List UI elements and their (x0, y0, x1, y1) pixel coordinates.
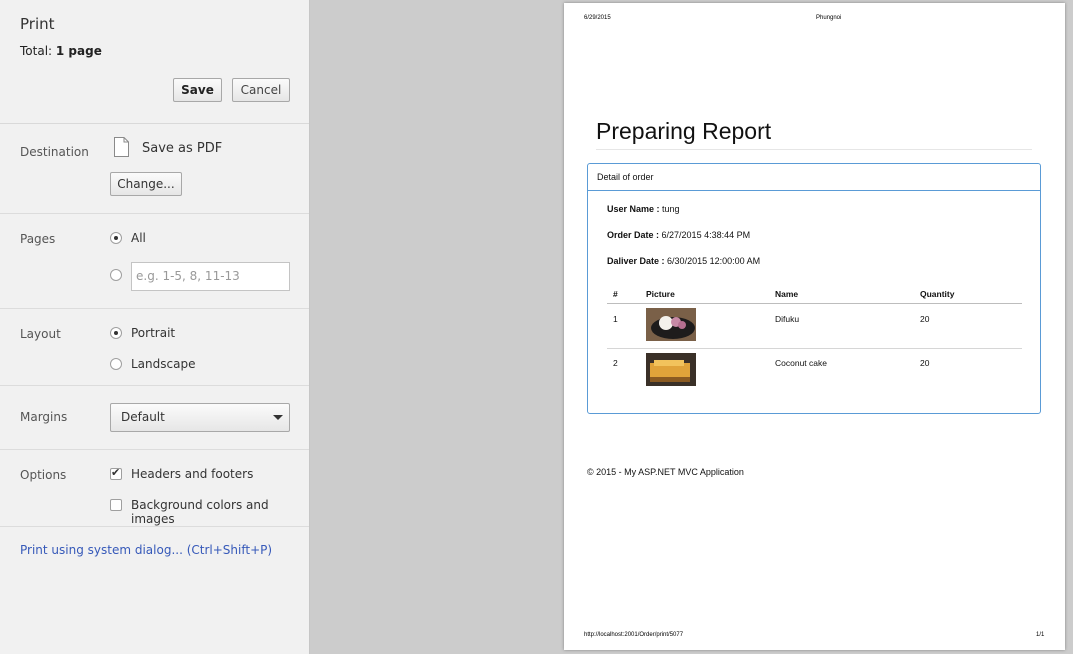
panel-heading-text: Detail of order (597, 172, 654, 182)
order-date-label: Order Date : (607, 230, 660, 240)
col-header-quantity: Quantity (920, 289, 955, 299)
order-date-value: 6/27/2015 4:38:44 PM (661, 230, 751, 240)
landscape-radio[interactable] (110, 358, 122, 370)
deliver-date-line: Daliver Date : 6/30/2015 12:00:00 AM (607, 256, 760, 266)
layout-label: Layout (20, 327, 61, 341)
footer-url: http://localhost:2001/Order/print/5077 (584, 632, 684, 638)
total-label: Total: (20, 44, 53, 58)
header-title: Phungnoi (816, 15, 842, 21)
col-header-number: # (613, 289, 618, 299)
options-label: Options (20, 468, 67, 482)
cancel-button[interactable]: Cancel (232, 78, 290, 102)
order-detail-panel: Detail of order User Name : tung Order D… (587, 163, 1041, 414)
pages-range-radio[interactable] (110, 269, 122, 281)
background-graphics-checkbox[interactable] (110, 499, 122, 511)
panel-heading: Detail of order (588, 164, 1040, 191)
headers-footers-checkbox[interactable] (110, 466, 122, 480)
table-row-divider (607, 348, 1022, 349)
destination-section (0, 124, 309, 214)
header-date: 6/29/2015 (584, 15, 611, 21)
total-value: 1 page (55, 44, 102, 58)
difuku-image (646, 308, 696, 341)
print-header: Print Total: 1 page Save Cancel (0, 0, 309, 124)
order-date-line: Order Date : 6/27/2015 4:38:44 PM (607, 230, 750, 240)
portrait-label: Portrait (131, 326, 176, 340)
footer-page-number: 1/1 (1036, 632, 1045, 638)
total-pages: Total: 1 page (20, 44, 102, 58)
deliver-date-label: Daliver Date : (607, 256, 665, 266)
row2-number: 2 (613, 358, 618, 368)
row1-number: 1 (613, 314, 618, 324)
margins-select[interactable]: Default (110, 403, 290, 432)
row1-quantity: 20 (920, 314, 930, 324)
col-header-picture: Picture (646, 289, 675, 299)
title-divider (596, 149, 1032, 150)
print-preview-page: 6/29/2015 Phungnoi Preparing Report Deta… (564, 3, 1065, 650)
report-title: Preparing Report (596, 118, 772, 144)
footer-copyright: © 2015 - My ASP.NET MVC Application (587, 467, 744, 477)
headers-footers-label: Headers and footers (131, 467, 254, 481)
user-name-value: tung (662, 204, 680, 214)
save-button[interactable]: Save (173, 78, 222, 102)
change-destination-button[interactable]: Change... (110, 172, 182, 196)
pages-range-input[interactable]: e.g. 1-5, 8, 11-13 (131, 262, 290, 291)
dropdown-arrow-icon (273, 415, 283, 420)
row2-name: Coconut cake (775, 358, 827, 368)
col-header-name: Name (775, 289, 799, 299)
user-name-label: User Name : (607, 204, 660, 214)
table-header-rule (607, 303, 1022, 304)
row1-name: Difuku (775, 314, 800, 324)
row2-quantity: 20 (920, 358, 930, 368)
margins-label: Margins (20, 410, 68, 424)
user-name-line: User Name : tung (607, 204, 680, 214)
print-settings-panel: Print Total: 1 page Save Cancel Destinat… (0, 0, 310, 654)
margins-value: Default (121, 410, 165, 424)
landscape-label: Landscape (131, 357, 196, 371)
pages-label: Pages (20, 232, 56, 246)
system-dialog-link[interactable]: Print using system dialog... (Ctrl+Shift… (20, 543, 272, 557)
portrait-radio[interactable] (110, 327, 122, 339)
dialog-title: Print (20, 15, 55, 33)
deliver-date-value: 6/30/2015 12:00:00 AM (667, 256, 761, 266)
pages-all-radio[interactable] (110, 232, 122, 244)
background-graphics-label: Background colors and images (131, 498, 269, 526)
destination-label: Destination (20, 145, 89, 159)
destination-value: Save as PDF (142, 141, 223, 156)
file-icon (114, 137, 129, 157)
coconut-cake-image (646, 353, 696, 386)
pages-all-label: All (131, 231, 146, 245)
layout-section (0, 309, 309, 386)
